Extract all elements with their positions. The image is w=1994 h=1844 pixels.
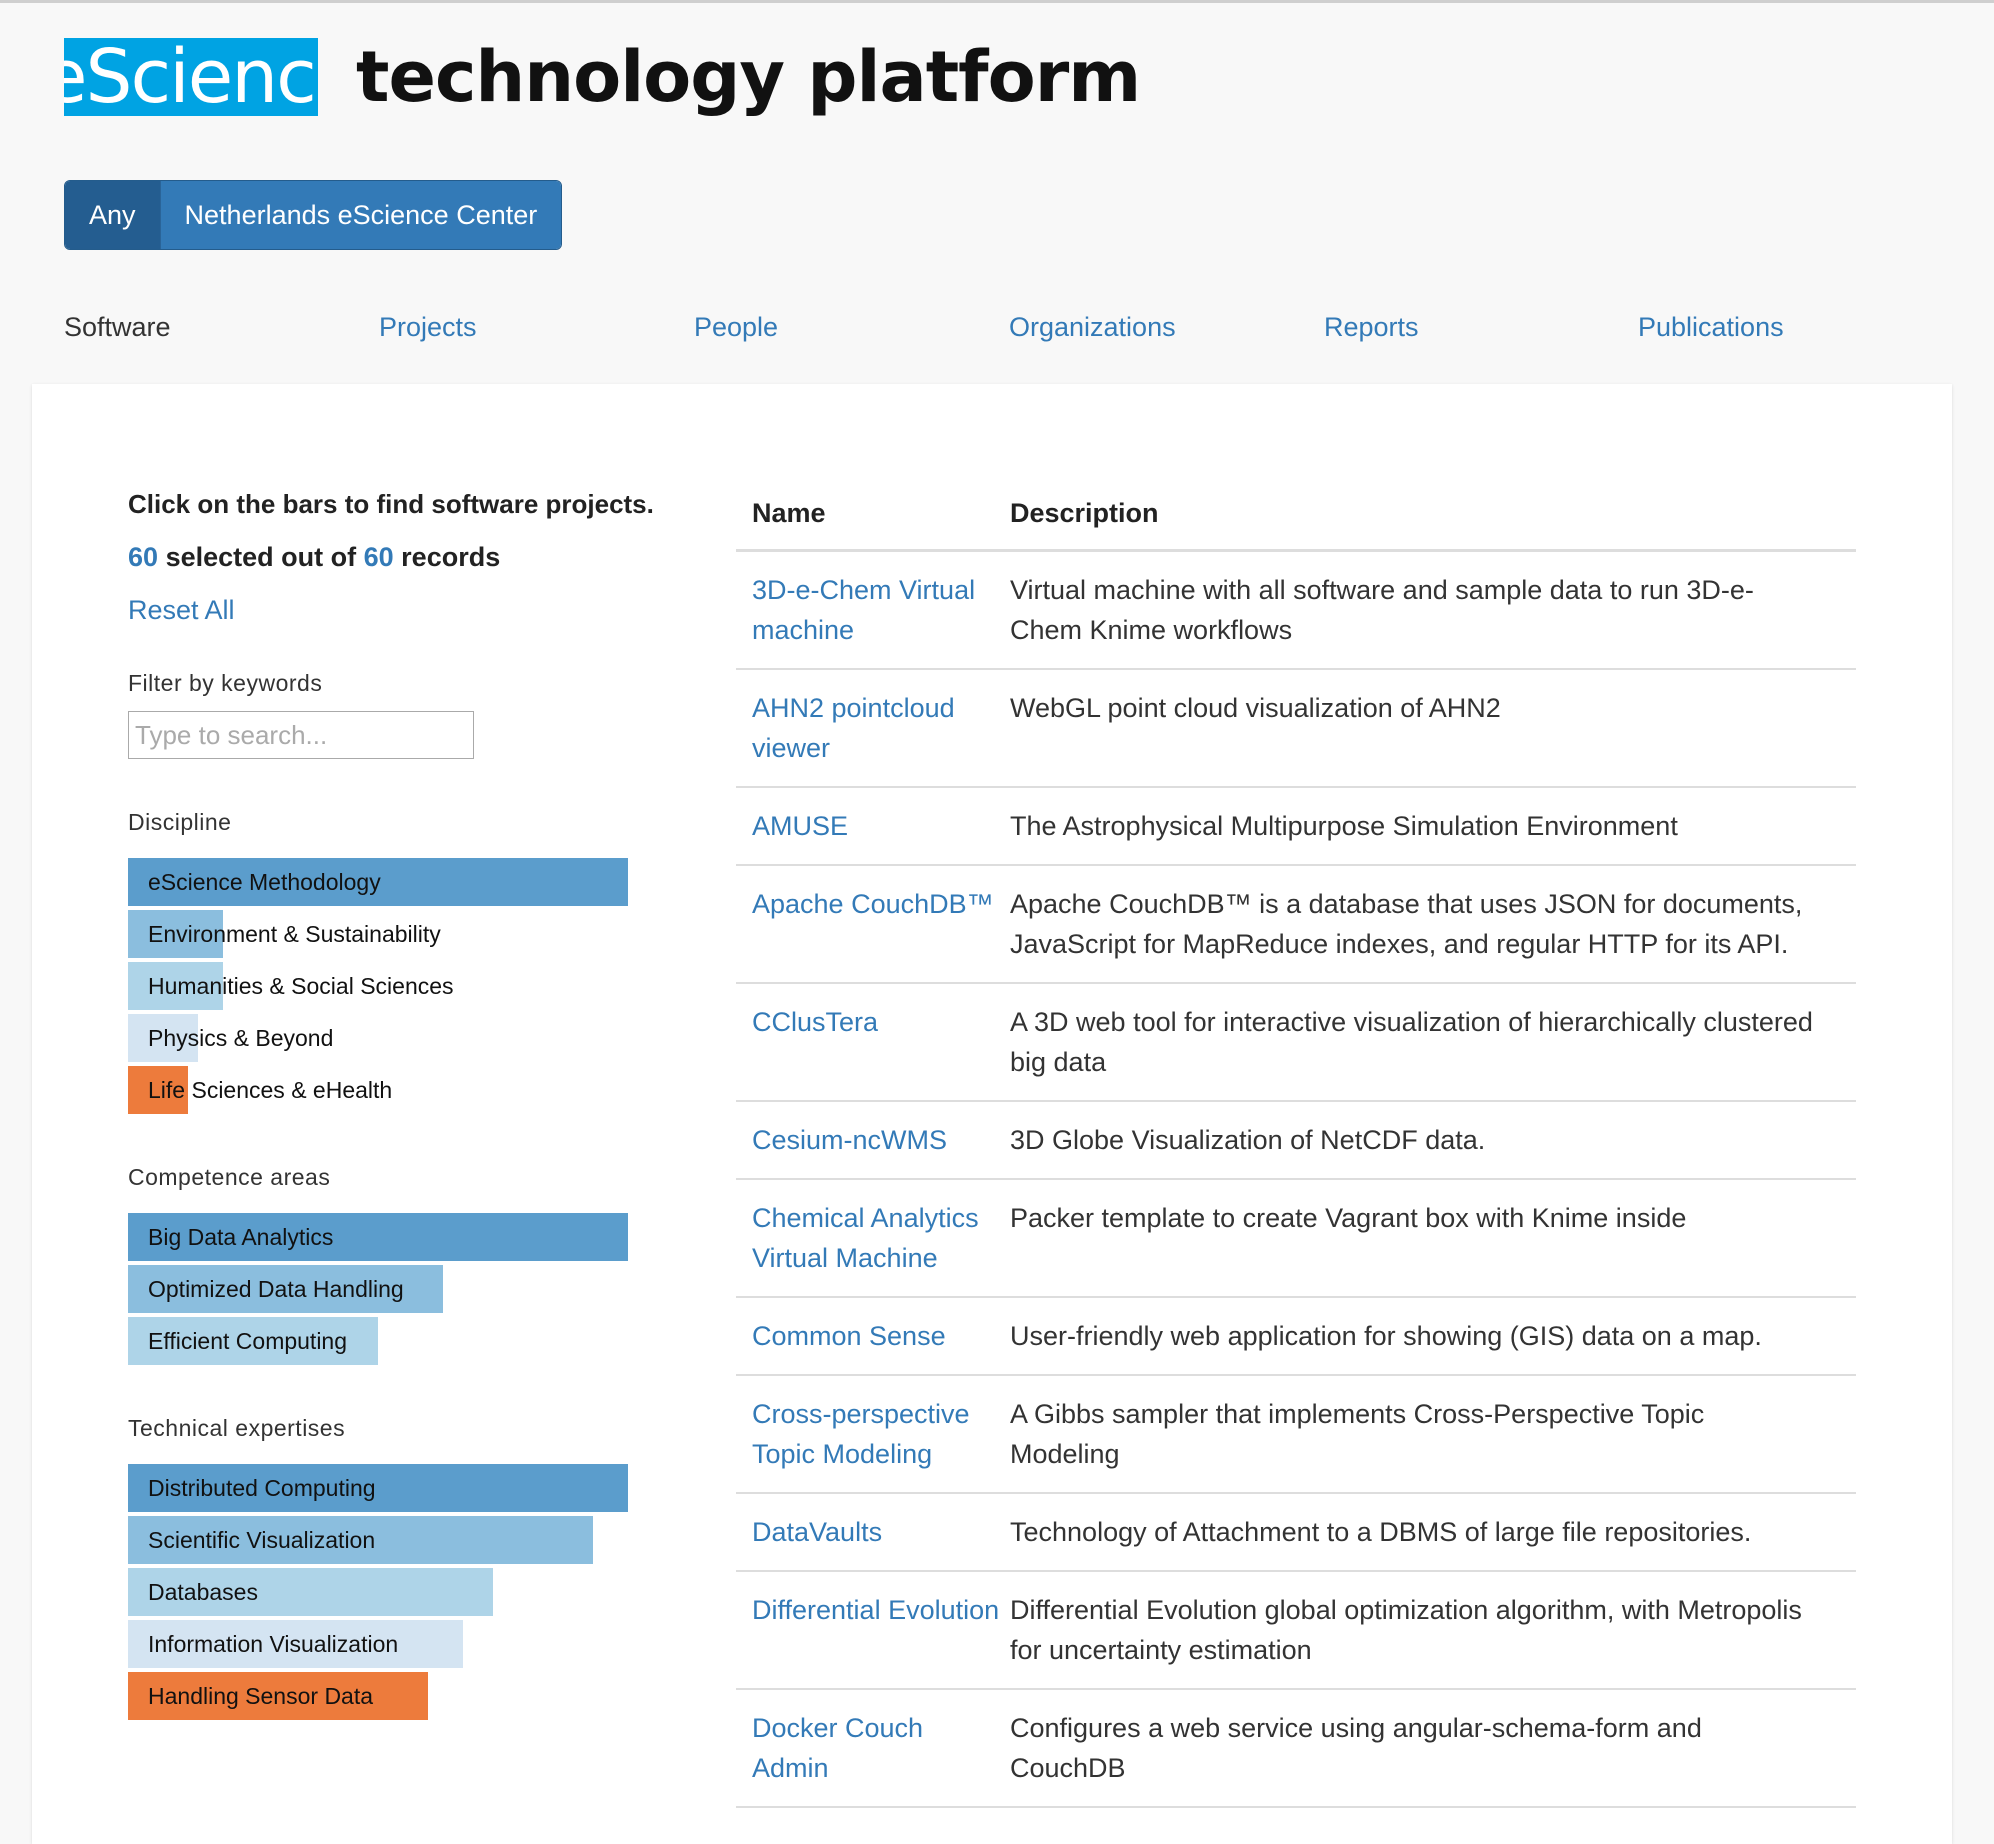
facet-bar-label: Scientific Visualization [148, 1527, 376, 1553]
software-description: WebGL point cloud visualization of AHN2 [1010, 693, 1501, 723]
tab-projects[interactable]: Projects [379, 312, 477, 343]
facet-title: Technical expertises [128, 1415, 346, 1441]
facet-bar[interactable]: Databases [128, 1568, 628, 1616]
facet-bar[interactable]: Life Sciences & eHealth [128, 1066, 628, 1114]
facet-bar-label: Environment & Sustainability [148, 921, 441, 947]
facet-title: Discipline [128, 809, 232, 835]
software-name-link[interactable]: DataVaults [736, 1512, 1010, 1552]
software-description: The Astrophysical Multipurpose Simulatio… [1010, 811, 1678, 841]
software-name-link[interactable]: Differential Evolution [736, 1590, 1010, 1670]
software-name-link[interactable]: CClusTera [736, 1002, 1010, 1082]
software-name-link[interactable]: Cross-perspective Topic Modeling [736, 1394, 1010, 1474]
keyword-search-input[interactable] [128, 711, 474, 759]
facet-bar[interactable]: Efficient Computing [128, 1317, 628, 1365]
site-header: eScience technology platform [64, 36, 1141, 118]
table-row: AMUSE The Astrophysical Multipurpose Simu… [736, 788, 1856, 866]
software-description: A Gibbs sampler that implements Cross-Pe… [1010, 1399, 1705, 1469]
main-tabs: Software Projects People Organizations R… [64, 312, 1954, 352]
software-description: A 3D web tool for interactive visualizat… [1010, 1007, 1813, 1077]
facet-bar[interactable]: Environment & Sustainability [128, 910, 628, 958]
software-name-link[interactable]: Apache CouchDB™ [736, 884, 1010, 964]
instructions-text: Click on the bars to find software proje… [128, 489, 654, 519]
facet-bar-label: Databases [148, 1579, 258, 1605]
facet-bar[interactable]: Scientific Visualization [128, 1516, 628, 1564]
org-option-nlesc[interactable]: Netherlands eScience Center [159, 181, 562, 249]
facet-bar-label: Distributed Computing [148, 1475, 376, 1501]
software-description: 3D Globe Visualization of NetCDF data. [1010, 1125, 1486, 1155]
facet-title: Competence areas [128, 1164, 331, 1190]
facet-bar-label: Physics & Beyond [148, 1025, 334, 1051]
selected-count: 60 [128, 542, 159, 572]
software-table: Name Description 3D-e-Chem Virtual machi… [736, 480, 1856, 1808]
filter-sidebar: Click on the bars to find software proje… [128, 480, 668, 1724]
tab-organizations[interactable]: Organizations [1009, 312, 1176, 343]
software-description: Virtual machine with all software and sa… [1010, 575, 1754, 645]
table-body: 3D-e-Chem Virtual machine Virtual machine… [736, 552, 1856, 1808]
software-name-link[interactable]: Cesium-ncWMS [736, 1120, 1010, 1160]
table-row: AHN2 pointcloud viewer WebGL point cloud … [736, 670, 1856, 788]
tab-software[interactable]: Software [64, 312, 171, 343]
record-count: 60 selected out of 60 records [128, 542, 668, 573]
org-option-any[interactable]: Any [65, 181, 160, 249]
facet-bar-label: eScience Methodology [148, 869, 381, 895]
software-name-link[interactable]: Docker Couch Admin [736, 1708, 1010, 1788]
facet-bar[interactable]: eScience Methodology [128, 858, 628, 906]
software-name-link[interactable]: Common Sense [736, 1316, 1010, 1356]
software-description: Technology of Attachment to a DBMS of la… [1010, 1517, 1752, 1547]
facet-bar[interactable]: Optimized Data Handling [128, 1265, 628, 1313]
software-name-link[interactable]: Chemical Analytics Virtual Machine [736, 1198, 1010, 1278]
total-count: 60 [363, 542, 394, 572]
facet-bar[interactable]: Big Data Analytics [128, 1213, 628, 1261]
top-border [0, 0, 1994, 3]
facet-bar-label: Information Visualization [148, 1631, 399, 1657]
description-column-header[interactable]: Description [1010, 498, 1856, 529]
facet-bar-label: Humanities & Social Sciences [148, 973, 454, 999]
facet-bar[interactable]: Handling Sensor Data [128, 1672, 628, 1720]
tab-publications[interactable]: Publications [1638, 312, 1784, 343]
table-row: Cesium-ncWMS 3D Globe Visualization of Ne… [736, 1102, 1856, 1180]
site-title: technology platform [356, 36, 1141, 118]
facet-bar[interactable]: Information Visualization [128, 1620, 628, 1668]
facet-bar-label: Life Sciences & eHealth [148, 1077, 393, 1103]
facet-bar[interactable]: Distributed Computing [128, 1464, 628, 1512]
table-row: Chemical Analytics Virtual Machine Packer… [736, 1180, 1856, 1298]
table-row: Differential Evolution Differential Evolu… [736, 1572, 1856, 1690]
escience-logo[interactable]: eScience [64, 38, 318, 116]
table-row: Docker Couch Admin Configures a web servi… [736, 1690, 1856, 1808]
organization-selector: Any Netherlands eScience Center [64, 180, 563, 250]
facet-bar-label: Big Data Analytics [148, 1224, 334, 1250]
table-row: CClusTera A 3D web tool for interactive v… [736, 984, 1856, 1102]
reset-all-link[interactable]: Reset All [128, 595, 668, 626]
content-panel: Click on the bars to find software proje… [32, 384, 1952, 1844]
facet-bar-label: Optimized Data Handling [148, 1276, 404, 1302]
software-name-link[interactable]: AHN2 pointcloud viewer [736, 688, 1010, 768]
facet-groups: Discipline eScience Methodology Environmen… [128, 809, 668, 1720]
table-row: 3D-e-Chem Virtual machine Virtual machine… [736, 552, 1856, 670]
software-description: Differential Evolution global optimizati… [1010, 1595, 1802, 1665]
software-description: Configures a web service using angular-s… [1010, 1713, 1702, 1783]
selected-mid-text: selected out of [165, 542, 357, 572]
table-row: Apache CouchDB™ Apache CouchDB™ is a data… [736, 866, 1856, 984]
table-row: DataVaults Technology of Attachment to a … [736, 1494, 1856, 1572]
software-description: User-friendly web application for showin… [1010, 1321, 1762, 1351]
filter-keywords-label: Filter by keywords [128, 670, 323, 696]
software-name-link[interactable]: 3D-e-Chem Virtual machine [736, 570, 1010, 650]
facet-bar-label: Efficient Computing [148, 1328, 348, 1354]
facet-bar-label: Handling Sensor Data [148, 1683, 374, 1709]
facet-bar[interactable]: Physics & Beyond [128, 1014, 628, 1062]
name-column-header[interactable]: Name [736, 498, 1010, 529]
software-description: Apache CouchDB™ is a database that uses … [1010, 889, 1803, 959]
facet-bar[interactable]: Humanities & Social Sciences [128, 962, 628, 1010]
table-header: Name Description [736, 480, 1856, 552]
tab-reports[interactable]: Reports [1324, 312, 1419, 343]
records-label: records [401, 542, 501, 572]
logo-text: eScience [64, 38, 318, 116]
table-row: Cross-perspective Topic Modeling A Gibbs … [736, 1376, 1856, 1494]
software-name-link[interactable]: AMUSE [736, 806, 1010, 846]
software-description: Packer template to create Vagrant box wi… [1010, 1203, 1687, 1233]
tab-people[interactable]: People [694, 312, 778, 343]
table-row: Common Sense User-friendly web applicatio… [736, 1298, 1856, 1376]
